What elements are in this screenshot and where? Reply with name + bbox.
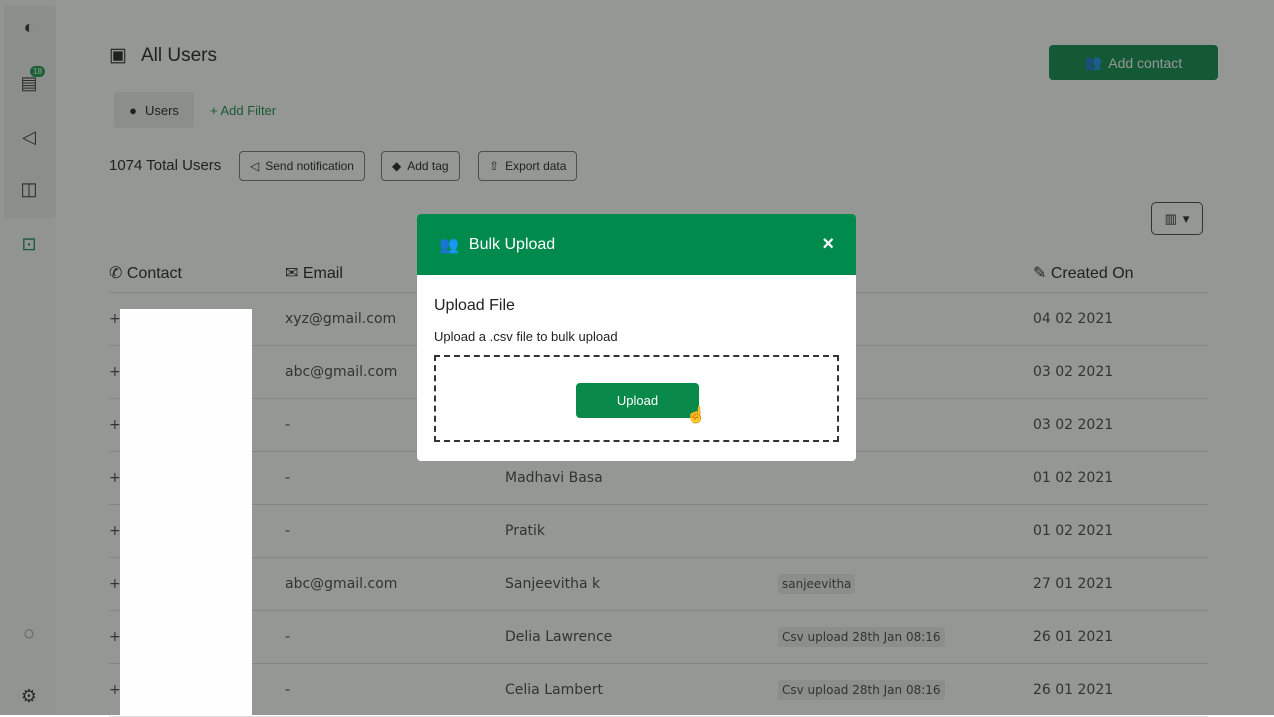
close-icon[interactable]: × <box>822 233 834 256</box>
upload-subtitle: Upload a .csv file to bulk upload <box>434 329 618 344</box>
upload-button[interactable]: Upload <box>576 383 699 418</box>
hand-cursor-icon: ☝ <box>686 407 706 424</box>
bulk-upload-modal: 👥 Bulk Upload × Upload File Upload a .cs… <box>417 214 856 461</box>
modal-title: Bulk Upload <box>468 235 556 253</box>
upload-heading: Upload File <box>434 297 515 314</box>
redaction-box <box>120 309 252 715</box>
drop-zone[interactable]: Upload ☝ <box>434 355 839 442</box>
users-icon: 👥 <box>439 236 459 254</box>
modal-header: 👥 Bulk Upload × <box>417 214 856 275</box>
